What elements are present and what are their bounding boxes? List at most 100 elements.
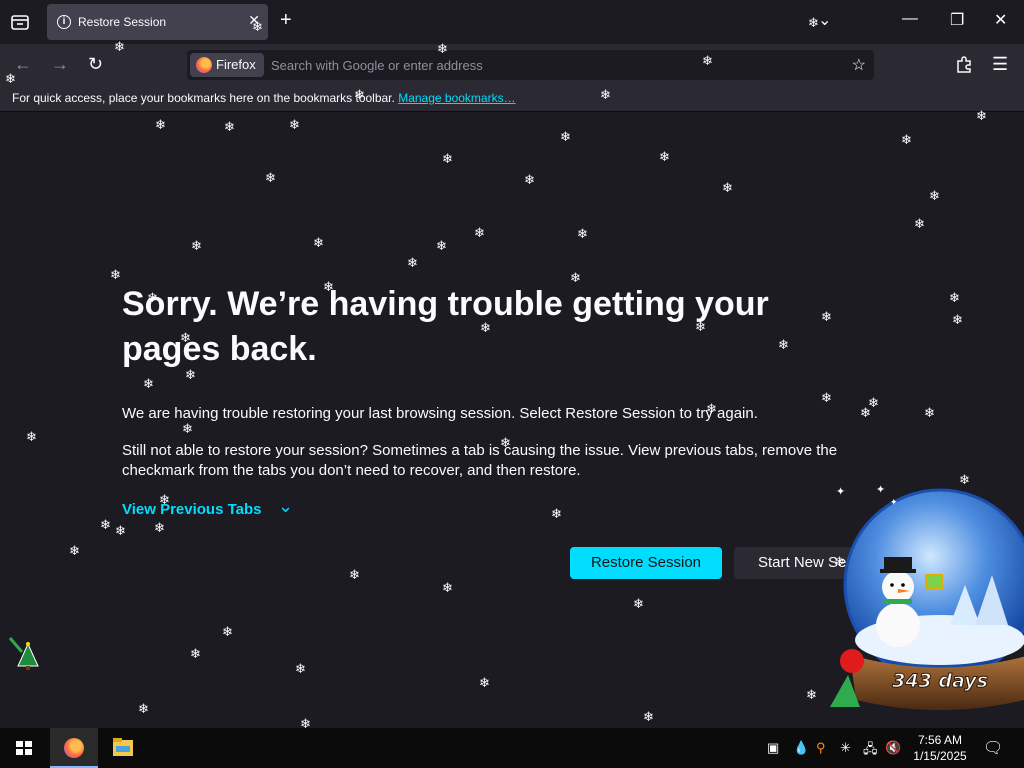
url-bar[interactable]: Firefox ☆ — [187, 50, 874, 80]
tab-list-icon[interactable] — [8, 10, 32, 34]
reload-button[interactable]: ↻ — [88, 54, 103, 75]
restore-session-button[interactable]: Restore Session — [570, 547, 722, 579]
snowflake-icon: ❄ — [69, 543, 80, 558]
snowflake-icon: ❄ — [551, 506, 562, 521]
snowflake-icon: ❄ — [182, 421, 193, 436]
snowflake-icon: ❄ — [570, 270, 581, 285]
snowflake-icon: ❄ — [808, 15, 819, 30]
forward-button[interactable]: → — [51, 54, 69, 75]
snowflake-icon: ❄ — [600, 87, 611, 102]
bookmark-star-icon[interactable]: ☆ — [852, 55, 866, 75]
snowflake-icon: ❄ — [437, 41, 448, 56]
snowflake-icon: ❄ — [295, 661, 306, 676]
snowflake-icon: ❄ — [143, 376, 154, 391]
back-button[interactable]: ← — [14, 54, 32, 75]
identity-label: Firefox — [216, 57, 256, 72]
snowflake-icon: ❄ — [524, 172, 535, 187]
extensions-icon[interactable] — [955, 55, 973, 73]
snowflake-icon: ❄ — [436, 238, 447, 253]
snowflake-icon: ❄ — [643, 709, 654, 724]
snowflake-icon: ❄ — [474, 225, 485, 240]
tab-restore-session[interactable]: i Restore Session ✕ — [47, 4, 268, 40]
info-icon: i — [57, 15, 71, 29]
snowflake-icon: ❄ — [929, 188, 940, 203]
snowflake-icon: ❄ — [114, 39, 125, 54]
snowflake-icon: ❄ — [185, 367, 196, 382]
taskbar-firefox-button[interactable] — [50, 728, 98, 768]
error-description: We are having trouble restoring your las… — [122, 405, 758, 422]
christmas-tree-cursor-icon — [8, 637, 39, 670]
snowflake-icon: ❄ — [633, 596, 644, 611]
snowflake-icon: ❄ — [821, 390, 832, 405]
snow-globe-widget[interactable]: 343 days ✦ ✦ ✦ — [830, 475, 1024, 728]
network-icon[interactable]: 🖧 — [863, 740, 878, 762]
snowflake-icon: ❄ — [659, 149, 670, 164]
list-all-tabs-icon[interactable]: ⌄ — [818, 10, 831, 30]
snowflake-icon: ❄ — [722, 180, 733, 195]
snowflake-icon: ❄ — [821, 309, 832, 324]
snowflake-icon: ❄ — [952, 312, 963, 327]
taskbar-clock[interactable]: 7:56 AM 1/15/2025 — [905, 732, 975, 764]
snowflake-icon: ❄ — [949, 290, 960, 305]
minimize-button[interactable]: — — [902, 10, 918, 28]
snowflake-icon: ❄ — [695, 319, 706, 334]
new-tab-button[interactable]: + — [280, 9, 292, 32]
svg-text:✦: ✦ — [836, 485, 845, 498]
svg-text:✦: ✦ — [890, 498, 898, 508]
tab-bar: i Restore Session ✕ + ⌄ — ❐ ✕ — [0, 0, 1024, 44]
snowflake-icon: ❄ — [479, 675, 490, 690]
snowflake-icon: ❄ — [577, 226, 588, 241]
firefox-logo-icon — [64, 738, 84, 758]
snowflake-icon: ❄ — [155, 117, 166, 132]
snowflake-icon: ❄ — [180, 330, 191, 345]
snowflake-icon: ❄ — [138, 701, 149, 716]
snowflake-icon: ❄ — [806, 687, 817, 702]
snowflake-icon: ❄ — [313, 235, 324, 250]
bookmarks-toolbar-message: For quick access, place your bookmarks h… — [12, 91, 395, 105]
bookmarks-toolbar: For quick access, place your bookmarks h… — [0, 86, 1024, 112]
snowflake-icon: ❄ — [560, 129, 571, 144]
windows-start-icon[interactable] — [0, 728, 48, 768]
snowflake-icon: ❄ — [222, 624, 233, 639]
snowflake-icon: ❄ — [860, 405, 871, 420]
snowflake-icon: ❄ — [289, 117, 300, 132]
address-input[interactable] — [271, 50, 831, 80]
snowflake-icon: ❄ — [190, 646, 201, 661]
snowflake-icon: ❄ — [26, 429, 37, 444]
firefox-logo-icon — [196, 57, 212, 73]
volume-muted-icon[interactable]: 🔇 — [885, 740, 901, 756]
snowflake-icon: ❄ — [147, 290, 158, 305]
snowflake-tray-icon[interactable]: ✳ — [840, 740, 851, 756]
snowflake-icon: ❄ — [914, 216, 925, 231]
snowflake-icon: ❄ — [407, 255, 418, 270]
chevron-down-icon[interactable]: ⌄ — [278, 496, 293, 517]
search-tool-icon[interactable]: ⚲ — [816, 740, 826, 756]
snowflake-icon: ❄ — [110, 267, 121, 282]
snowflake-icon: ❄ — [354, 87, 365, 102]
app-menu-icon[interactable]: ☰ — [992, 54, 1008, 75]
svg-text:✦: ✦ — [876, 483, 885, 496]
snowflake-icon: ❄ — [191, 238, 202, 253]
snowflake-icon: ❄ — [252, 19, 263, 34]
tray-app-icon[interactable]: ▣ — [767, 740, 779, 756]
days-countdown-label: 343 days — [892, 670, 988, 692]
navigation-toolbar: ← → ↻ Firefox ☆ ☰ — [0, 44, 1024, 86]
file-explorer-icon[interactable] — [99, 728, 147, 768]
snowflake-icon: ❄ — [778, 337, 789, 352]
notifications-icon[interactable]: 🗨 — [983, 738, 1003, 758]
snowflake-icon: ❄ — [323, 279, 334, 294]
snowflake-icon: ❄ — [901, 132, 912, 147]
droplet-icon[interactable]: 💧 — [793, 740, 809, 756]
snowflake-icon: ❄ — [442, 151, 453, 166]
clock-time: 7:56 AM — [917, 733, 963, 747]
snowflake-icon: ❄ — [115, 523, 126, 538]
clock-date: 1/15/2025 — [913, 749, 967, 763]
snowflake-icon: ❄ — [480, 320, 491, 335]
snowflake-icon: ❄ — [349, 567, 360, 582]
identity-box[interactable]: Firefox — [190, 53, 264, 77]
close-window-button[interactable]: ✕ — [994, 10, 1007, 30]
snowflake-icon: ❄ — [706, 401, 717, 416]
view-previous-tabs-link[interactable]: View Previous Tabs — [122, 501, 262, 518]
manage-bookmarks-link[interactable]: Manage bookmarks… — [398, 91, 515, 105]
restore-window-button[interactable]: ❐ — [950, 10, 964, 30]
